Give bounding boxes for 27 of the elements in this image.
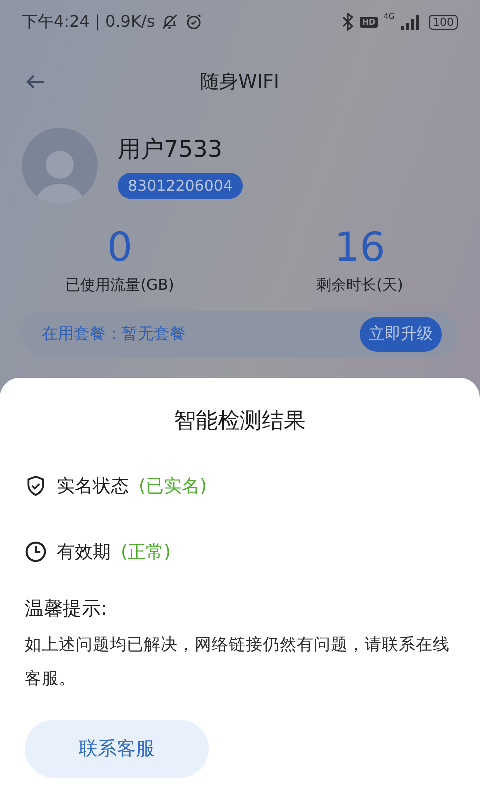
check-status: (已实名) [139,475,208,498]
stat-value: 16 [334,224,386,272]
battery-icon: 100 [429,14,458,30]
stat-value: 0 [106,224,134,272]
avatar-icon [22,128,98,204]
sheet-title: 智能检测结果 [173,408,307,436]
check-status: (正常) [121,541,172,564]
check-label: 有效期 [57,541,111,564]
tip-text: 如上述问题均已解决，网络链接仍然有问题，请联系在线客服。 [25,634,451,690]
stat-label: 已使用流量(GB) [64,276,176,295]
contact-service-button[interactable]: 联系客服 [25,720,209,778]
plan-text: 在用套餐：暂无套餐 [42,324,186,344]
clock-icon [25,541,47,563]
device-number-badge: 83012206004 [118,172,243,198]
check-label: 实名状态 [57,475,129,498]
upgrade-button[interactable]: 立即升级 [360,316,442,352]
page-title: 随身WIFI [200,70,280,95]
status-time: 下午4:24 | 0.9K/s [22,12,156,32]
bell-off-icon [161,13,180,31]
shield-check-icon [25,475,47,497]
stat-label: 剩余时长(天) [316,276,404,295]
hd-badge: HD [360,16,378,28]
bluetooth-icon [342,13,354,31]
user-name: 用户7533 [118,136,224,164]
alarm-icon [185,13,204,31]
network-label: 4G [384,12,395,21]
tip-title: 温馨提示: [25,597,108,622]
